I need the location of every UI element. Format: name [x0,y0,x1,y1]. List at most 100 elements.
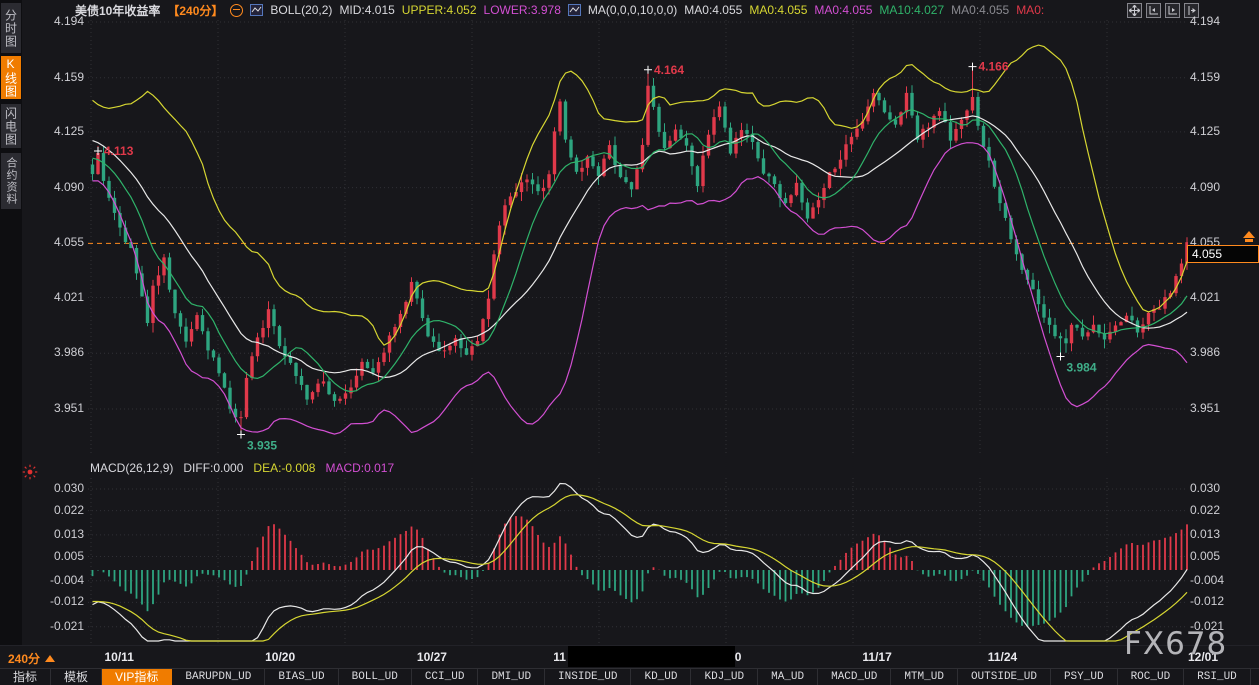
boll-label: BOLL(20,2) [270,3,332,17]
zoom-axis-right-icon[interactable] [1165,3,1180,18]
main-y-tick-right: 4.159 [1190,70,1220,84]
chart-type-sidebar: 分时图 K线图 闪电图 合约资料 [0,0,22,645]
main-y-tick-right: 4.125 [1190,124,1220,138]
candles-group [91,67,1188,435]
sidebar-tab-contract-info[interactable]: 合约资料 [1,153,21,209]
boll-mid-value: MID:4.015 [339,3,394,17]
bottom-tab-psyud[interactable]: PSY_UD [1051,669,1118,685]
redaction-box [568,646,735,667]
macd-y-tick-right: 0.013 [1190,527,1220,541]
indicator-tab-bar: 指标模板VIP指标BARUPDN_UDBIAS_UDBOLL_UDCCI_UDD… [0,668,1259,685]
ma10-value: MA10:4.027 [879,3,944,17]
sidebar-tab-time-chart[interactable]: 分时图 [1,3,21,53]
ma-value-3: MA0:4.055 [814,3,872,17]
bottom-tab-outsideud[interactable]: OUTSIDE_UD [958,669,1051,685]
ma-value-5: MA0:4.055 [951,3,1009,17]
current-price-tag: 4.055 [1187,245,1259,263]
bottom-tab-item1[interactable]: 模板 [51,669,102,685]
main-candlestick-chart[interactable]: 4.113 3.935 4.164 4.166 3.984 [88,20,1188,456]
alert-starburst-icon[interactable] [22,464,38,485]
macd-diff-value: DIFF:0.000 [183,461,243,475]
macd-y-tick-right: 0.030 [1190,481,1220,495]
main-y-tick-right: 3.951 [1190,401,1220,415]
macd-dea-value: DEA:-0.008 [253,461,315,475]
period-text: 240分 [8,650,40,667]
boll-indicator-icon[interactable] [250,4,263,16]
main-y-tick-left: 3.986 [40,345,84,359]
macd-y-tick-right: -0.004 [1190,573,1224,587]
bottom-tab-macdud[interactable]: MACD_UD [818,669,891,685]
main-y-tick-right: 4.090 [1190,180,1220,194]
bottom-tab-rocud[interactable]: ROC_UD [1118,669,1185,685]
bottom-tab-bollud[interactable]: BOLL_UD [339,669,412,685]
macd-params-label[interactable]: MACD(26,12,9) [90,461,173,475]
price-annotation: 3.984 [1067,360,1097,374]
macd-y-tick-left: -0.004 [40,573,84,587]
main-y-tick-right: 3.986 [1190,345,1220,359]
bottom-tab-cciud[interactable]: CCI_UD [412,669,479,685]
sidebar-tab-lightning-chart[interactable]: 闪电图 [1,104,21,148]
bottom-tab-maud[interactable]: MA_UD [758,669,818,685]
ma-value-6: MA0: [1016,3,1044,17]
main-y-tick-left: 4.125 [40,124,84,138]
price-annotation: 4.166 [979,60,1009,74]
main-y-tick-left: 4.090 [40,180,84,194]
boll-lower-value: LOWER:3.978 [484,3,561,17]
macd-chart[interactable] [88,478,1188,645]
sidebar-tab-kline-chart[interactable]: K线图 [1,56,21,99]
shift-right-icon[interactable] [1184,3,1199,18]
extreme-cross-marker [237,430,245,438]
macd-y-tick-right: 0.005 [1190,549,1220,563]
ma-indicator-icon[interactable] [568,4,581,16]
macd-hist-value: MACD:0.017 [325,461,394,475]
bottom-tab-item0[interactable]: 指标 [0,669,51,685]
macd-y-tick-left: -0.012 [40,594,84,608]
main-y-tick-left: 4.055 [40,235,84,249]
collapse-circle-icon[interactable] [230,4,243,17]
macd-y-tick-left: 0.030 [40,481,84,495]
macd-histogram [93,516,1188,627]
macd-y-tick-left: 0.005 [40,549,84,563]
zoom-axis-left-icon[interactable] [1146,3,1161,18]
extreme-cross-marker [644,66,652,74]
chart-header: 美债10年收益率 【240分】 BOLL(20,2) MID:4.015 UPP… [75,2,1044,18]
ma-value-1: MA0:4.055 [684,3,742,17]
bottom-tab-barupdnud[interactable]: BARUPDN_UD [172,669,265,685]
macd-y-tick-left: 0.022 [40,503,84,517]
symbol-title: 美债10年收益率 [75,2,160,19]
macd-y-tick-left: -0.021 [40,619,84,633]
price-annotation: 4.164 [654,63,684,77]
main-y-tick-left: 4.159 [40,70,84,84]
ma-value-2: MA0:4.055 [749,3,807,17]
trading-app-window: 分时图 K线图 闪电图 合约资料 美债10年收益率 【240分】 BOLL(20… [0,0,1259,685]
extreme-cross-marker [969,63,977,71]
watermark: FX678 [1124,626,1227,662]
main-y-tick-right: 4.021 [1190,290,1220,304]
period-label[interactable]: 【240分】 [167,2,223,19]
price-pointer-icon[interactable] [1243,231,1255,244]
bottom-tab-kdjud[interactable]: KDJ_UD [691,669,758,685]
boll-upper-line [93,45,1188,345]
bottom-tab-kdud[interactable]: KD_UD [631,669,691,685]
price-annotation: 3.935 [247,438,277,452]
main-y-tick-left: 4.021 [40,290,84,304]
ma-label: MA(0,0,0,10,0,0) [588,3,677,17]
bottom-tab-dmiud[interactable]: DMI_UD [478,669,545,685]
bottom-tab-rsiud[interactable]: RSI_UD [1184,669,1251,685]
macd-y-tick-right: -0.012 [1190,594,1224,608]
bottom-tab-insideud[interactable]: INSIDE_UD [545,669,631,685]
extreme-cross-marker [1057,352,1065,360]
chart-toolbar [1127,3,1199,18]
bottom-tab-vip[interactable]: VIP指标 [102,669,172,685]
pan-icon[interactable] [1127,3,1142,18]
bottom-tab-biasud[interactable]: BIAS_UD [265,669,338,685]
bottom-tab-smaud[interactable]: SMA_UD [1251,669,1259,685]
boll-lower-line [93,143,1188,434]
boll-upper-value: UPPER:4.052 [402,3,477,17]
extreme-cross-marker [94,147,102,155]
period-collapse-icon[interactable] [45,655,55,662]
macd-header: MACD(26,12,9) DIFF:0.000 DEA:-0.008 MACD… [90,461,394,475]
bottom-tab-mtmud[interactable]: MTM_UD [891,669,958,685]
period-selector[interactable]: 240分 [8,650,55,667]
price-annotation: 4.113 [104,144,134,158]
